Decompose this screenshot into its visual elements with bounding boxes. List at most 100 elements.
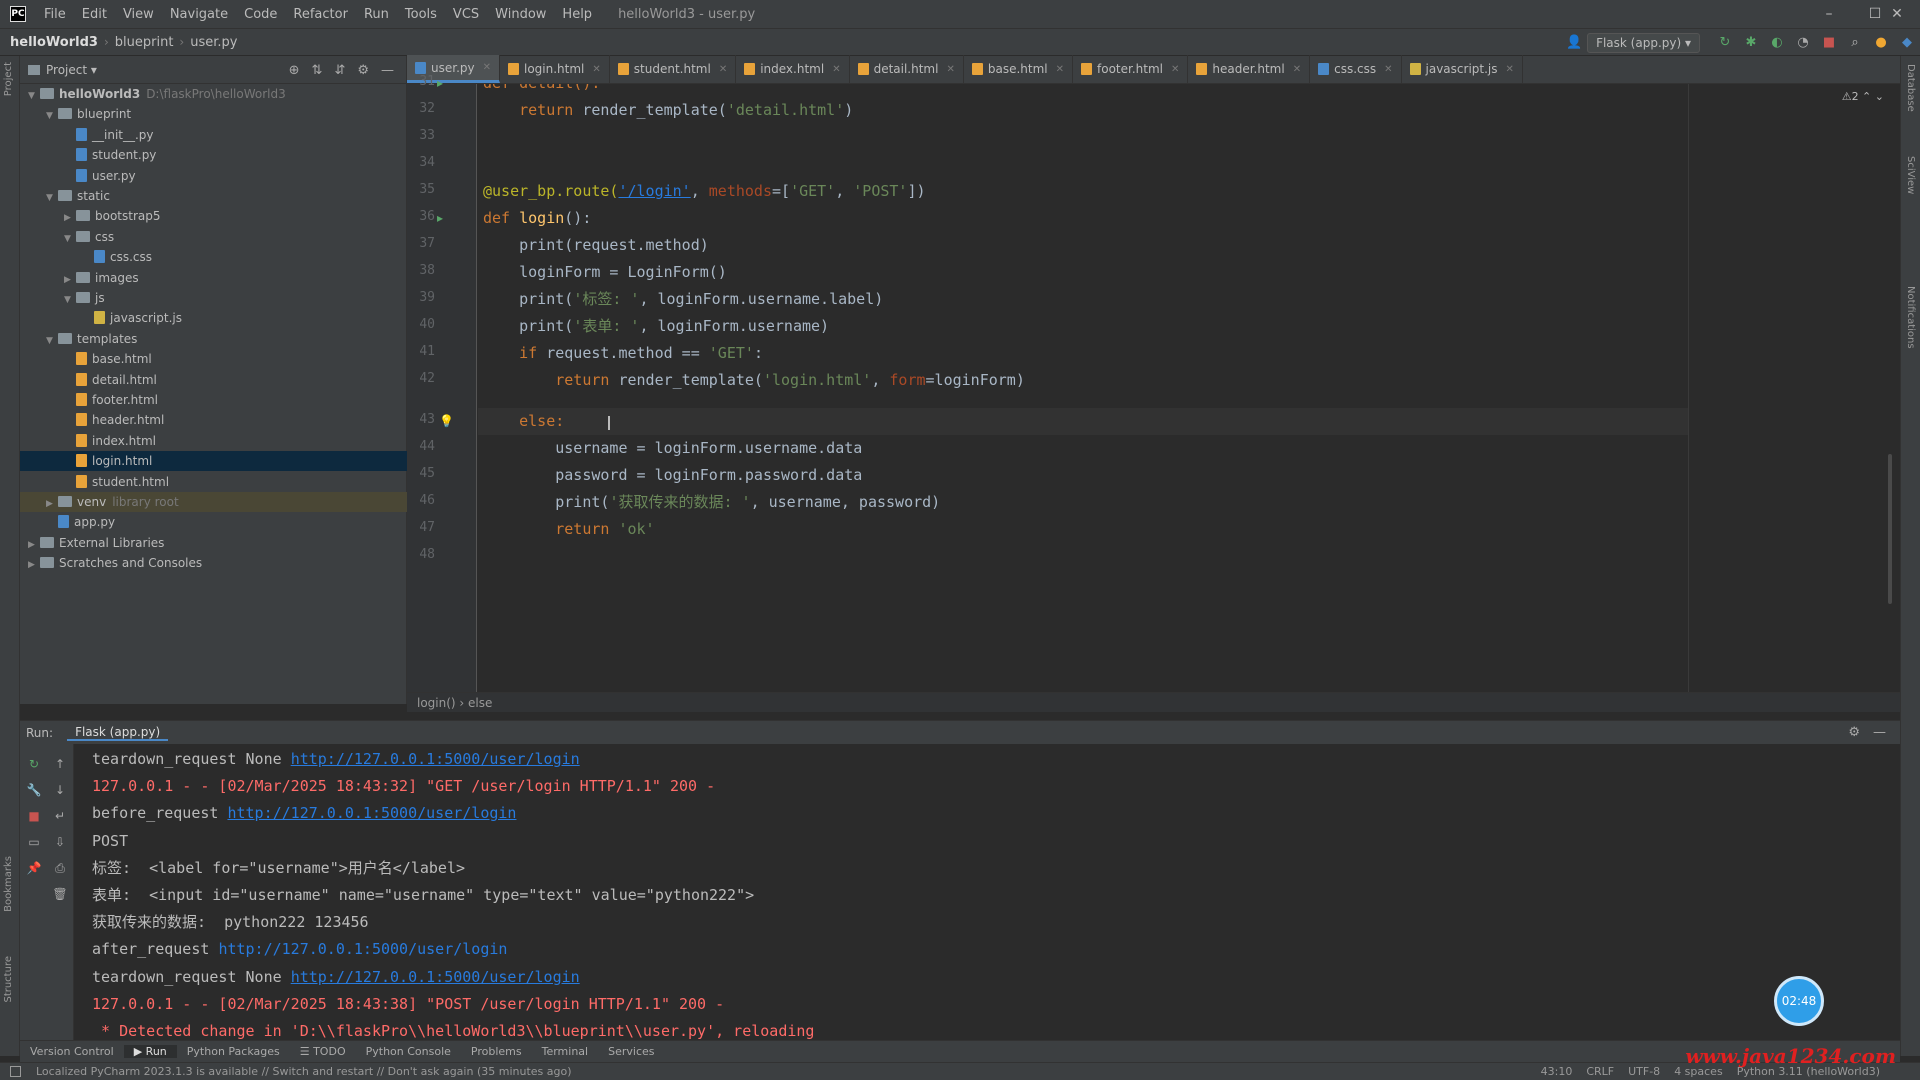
- tool-window-tab[interactable]: Python Console: [356, 1045, 461, 1058]
- editor-scrollbar[interactable]: [1888, 454, 1892, 604]
- updates-icon[interactable]: ●: [1873, 35, 1889, 51]
- line-number[interactable]: 36: [407, 209, 435, 224]
- line-number[interactable]: 37: [407, 236, 435, 251]
- chevron-down-icon[interactable]: ▼: [46, 331, 58, 351]
- scroll-down-icon[interactable]: ↓: [52, 782, 68, 798]
- menu-window[interactable]: Window: [487, 7, 554, 22]
- stop-run-icon[interactable]: ■: [26, 808, 42, 824]
- close-tab-icon[interactable]: ✕: [1293, 64, 1301, 75]
- tool-window-tab[interactable]: Terminal: [532, 1045, 599, 1058]
- scroll-to-end-icon[interactable]: ⇩: [52, 834, 68, 850]
- line-number[interactable]: 40: [407, 317, 435, 332]
- tree-item[interactable]: javascript.js: [20, 308, 407, 328]
- chevron-right-icon[interactable]: ▶: [64, 208, 76, 228]
- profile-icon[interactable]: ◔: [1795, 35, 1811, 51]
- editor-scroll-area[interactable]: ⚠2 ⌃ ⌄: [1688, 84, 1900, 692]
- console-link[interactable]: http://127.0.0.1:5000/user/login: [227, 804, 516, 822]
- close-tab-icon[interactable]: ✕: [1056, 64, 1064, 75]
- editor-tab[interactable]: student.html ✕: [610, 55, 737, 83]
- minimize-button[interactable]: –: [1806, 0, 1852, 28]
- menu-edit[interactable]: Edit: [74, 7, 115, 22]
- rerun-run-icon[interactable]: ↻: [26, 756, 42, 772]
- sciview-tool-tab[interactable]: SciView: [1905, 156, 1916, 194]
- stop-icon[interactable]: ■: [1821, 35, 1837, 51]
- run-hide-icon[interactable]: —: [1873, 725, 1886, 740]
- close-window-button[interactable]: ✕: [1874, 0, 1920, 28]
- trash-icon[interactable]: 🗑: [52, 886, 68, 902]
- database-tool-tab[interactable]: Database: [1905, 64, 1916, 112]
- project-view-select[interactable]: Project ▾: [46, 63, 97, 77]
- debug-icon[interactable]: ✱: [1743, 35, 1759, 51]
- line-number[interactable]: 45: [407, 466, 435, 481]
- gear-icon[interactable]: ⚙: [357, 63, 369, 78]
- menu-file[interactable]: File: [36, 7, 74, 22]
- layout-toggle-icon[interactable]: [10, 1066, 21, 1077]
- line-number[interactable]: 43: [407, 412, 435, 427]
- console-link[interactable]: http://127.0.0.1:5000/user/login: [291, 968, 580, 986]
- project-tool-tab[interactable]: Project: [3, 62, 14, 96]
- chevron-down-icon[interactable]: ▼: [46, 188, 58, 208]
- menu-code[interactable]: Code: [236, 7, 285, 22]
- inspection-widget[interactable]: ⚠2 ⌃ ⌄: [1842, 90, 1884, 103]
- chevron-right-icon[interactable]: ▶: [46, 494, 58, 514]
- chevron-down-icon[interactable]: ▼: [28, 86, 40, 106]
- chevron-right-icon[interactable]: ▶: [28, 555, 40, 575]
- user-icon[interactable]: 👤: [1566, 35, 1582, 51]
- tree-item[interactable]: ▼ static: [20, 186, 407, 206]
- editor-tab[interactable]: javascript.js ✕: [1402, 55, 1523, 83]
- tree-item[interactable]: ▶ Scratches and Consoles: [20, 553, 407, 573]
- line-number[interactable]: 31: [407, 74, 435, 89]
- line-number[interactable]: 48: [407, 547, 435, 562]
- menu-refactor[interactable]: Refactor: [285, 7, 356, 22]
- close-tab-icon[interactable]: ✕: [946, 64, 954, 75]
- menu-help[interactable]: Help: [554, 7, 600, 22]
- breadcrumb-folder[interactable]: blueprint: [109, 35, 174, 50]
- soft-wrap-icon[interactable]: ↵: [52, 808, 68, 824]
- rerun-icon[interactable]: ↻: [1717, 35, 1733, 51]
- editor-tab[interactable]: detail.html ✕: [850, 55, 964, 83]
- chevron-down-icon[interactable]: ▼: [64, 290, 76, 310]
- tree-item[interactable]: ▼ js: [20, 288, 407, 308]
- tree-item[interactable]: ▶ venv library root: [20, 492, 407, 512]
- close-tab-icon[interactable]: ✕: [592, 64, 600, 75]
- menu-vcs[interactable]: VCS: [445, 7, 487, 22]
- tool-window-tab[interactable]: ▶ Run: [123, 1045, 177, 1058]
- close-tab-icon[interactable]: ✕: [1171, 64, 1179, 75]
- structure-tool-tab[interactable]: Structure: [3, 956, 14, 1003]
- tool-window-tab[interactable]: Problems: [461, 1045, 532, 1058]
- tool-window-tab[interactable]: Python Packages: [177, 1045, 290, 1058]
- run-configuration-select[interactable]: Flask (app.py) ▾: [1587, 33, 1700, 53]
- editor-tab[interactable]: base.html ✕: [964, 55, 1073, 83]
- editor-tab[interactable]: footer.html ✕: [1073, 55, 1189, 83]
- code-editor[interactable]: def detail(): return render_template('de…: [478, 84, 1688, 692]
- run-gutter-icon[interactable]: ▸: [437, 211, 443, 225]
- tool-window-tab[interactable]: Version Control: [20, 1045, 124, 1058]
- breadcrumb-project[interactable]: helloWorld3: [0, 35, 98, 50]
- run-console-output[interactable]: teardown_request None http://127.0.0.1:5…: [74, 744, 1900, 1040]
- tree-item[interactable]: ▼ blueprint: [20, 104, 407, 124]
- line-number[interactable]: 41: [407, 344, 435, 359]
- tree-item[interactable]: login.html: [20, 451, 407, 472]
- tree-item[interactable]: app.py: [20, 512, 407, 532]
- line-number[interactable]: 33: [407, 128, 435, 143]
- close-tab-icon[interactable]: ✕: [719, 64, 727, 75]
- editor-tab[interactable]: index.html ✕: [736, 55, 850, 83]
- tool-window-tab[interactable]: Services: [598, 1045, 664, 1058]
- line-separator[interactable]: CRLF: [1586, 1063, 1614, 1080]
- chevron-down-icon[interactable]: ▼: [64, 229, 76, 249]
- tree-item[interactable]: ▶ bootstrap5: [20, 206, 407, 226]
- line-number[interactable]: 35: [407, 182, 435, 197]
- pin-icon[interactable]: 📌: [26, 860, 42, 876]
- line-number[interactable]: 47: [407, 520, 435, 535]
- print-icon[interactable]: ⎙: [52, 860, 68, 876]
- jetbrains-icon[interactable]: ◆: [1899, 35, 1915, 51]
- tree-item[interactable]: detail.html: [20, 370, 407, 390]
- breadcrumb-file[interactable]: user.py: [184, 35, 237, 50]
- line-number[interactable]: 39: [407, 290, 435, 305]
- tree-item[interactable]: user.py: [20, 166, 407, 186]
- line-number[interactable]: 42: [407, 371, 435, 386]
- line-number[interactable]: 34: [407, 155, 435, 170]
- editor-tab[interactable]: css.css ✕: [1310, 55, 1402, 83]
- editor-tab[interactable]: login.html ✕: [500, 55, 610, 83]
- tree-item[interactable]: student.py: [20, 145, 407, 165]
